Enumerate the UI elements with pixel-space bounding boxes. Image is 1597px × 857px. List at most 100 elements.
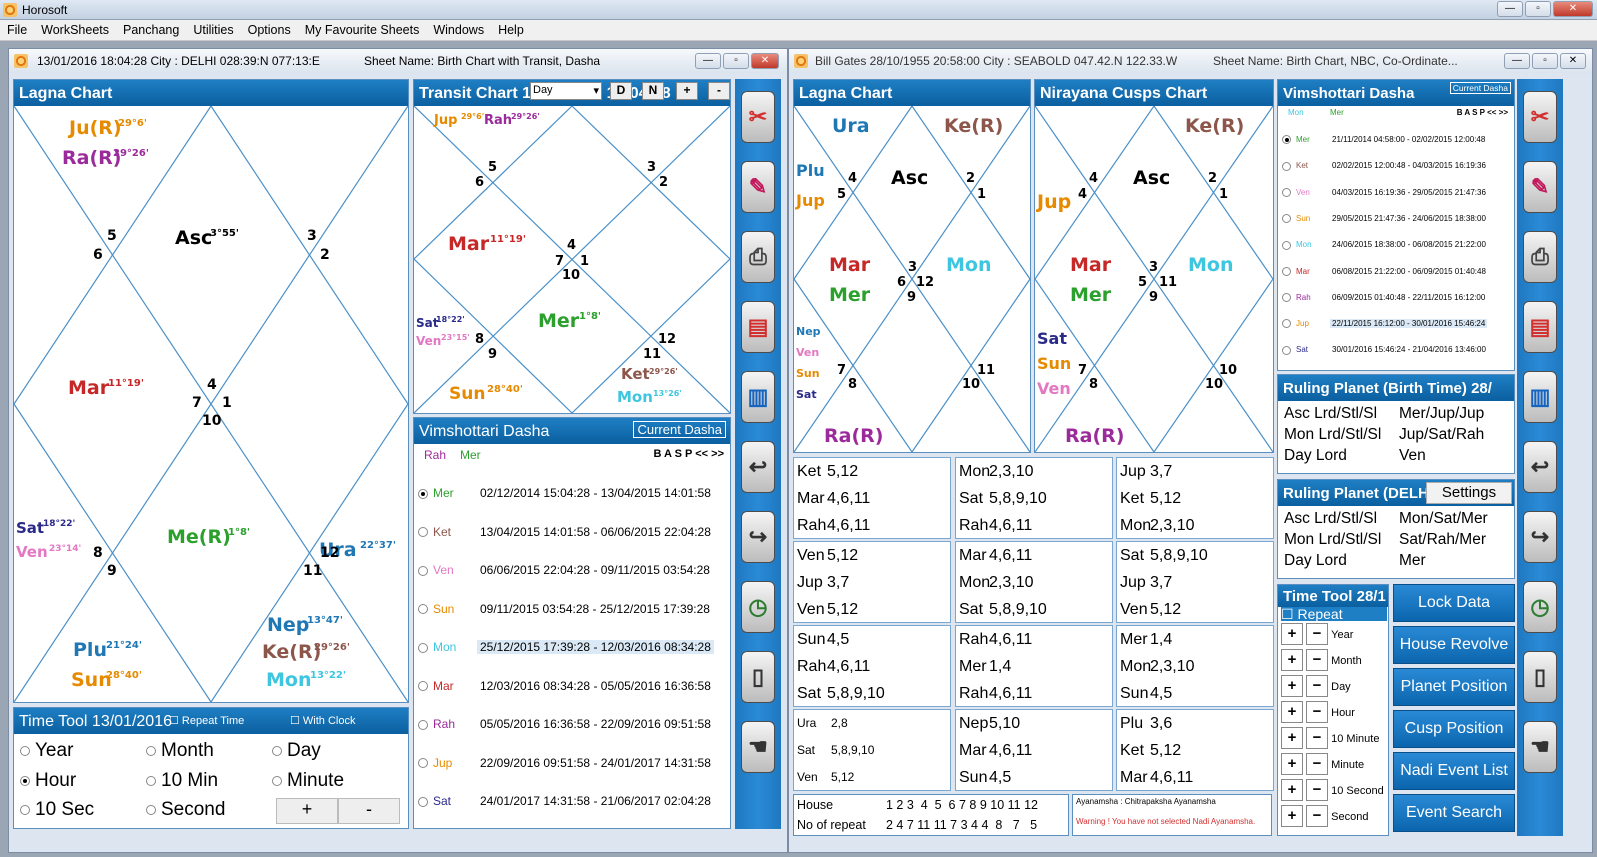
time-step-plus-button[interactable]: + [1281, 675, 1303, 697]
current-dasha-button[interactable]: Current Dasha [1449, 82, 1511, 94]
action-button[interactable]: Event Search [1393, 794, 1515, 832]
day-button[interactable]: D [610, 82, 632, 100]
close-button[interactable]: ✕ [1553, 1, 1593, 17]
action-button[interactable]: Planet Position [1393, 668, 1515, 706]
back-icon[interactable]: ↩ [741, 441, 775, 493]
hand-icon[interactable]: ☚ [1523, 721, 1557, 773]
time-step-minus-button[interactable]: − [1306, 805, 1329, 827]
current-dasha-button[interactable]: Current Dasha [633, 421, 726, 438]
dasha-row[interactable]: Ven 04/03/2015 16:19:36 - 29/05/2015 21:4… [1282, 185, 1488, 201]
transit-step-select[interactable]: Day ▾ [530, 82, 602, 100]
clock-icon[interactable]: ◷ [1523, 581, 1557, 633]
mobile-icon[interactable]: ▯ [741, 651, 775, 703]
action-button[interactable]: House Revolve [1393, 626, 1515, 664]
time-step-plus-button[interactable]: + [1281, 727, 1303, 749]
sheet-close-button[interactable]: ✕ [1560, 53, 1586, 69]
time-step-plus-button[interactable]: + [1281, 779, 1303, 801]
dasha-row[interactable]: Sun 09/11/2015 03:54:28 - 25/12/2015 17:3… [418, 596, 726, 622]
dasha-row[interactable]: Sun 29/05/2015 21:47:36 - 24/06/2015 18:3… [1282, 211, 1488, 227]
time-step-minus-button[interactable]: − [1306, 675, 1329, 697]
dasha-row[interactable]: Rah 06/09/2015 01:40:48 - 22/11/2015 16:1… [1282, 290, 1487, 306]
sheet-restore-button[interactable]: ▫ [1532, 53, 1558, 69]
notepad-icon[interactable]: ▤ [741, 301, 775, 353]
dasha-row[interactable]: Mer 02/12/2014 15:04:28 - 13/04/2015 14:0… [418, 480, 726, 506]
repeat-checkbox[interactable]: ☐ Repeat [1281, 607, 1387, 621]
dasha-row[interactable]: Ven 06/06/2015 22:04:28 - 09/11/2015 03:5… [418, 557, 726, 583]
option-hour[interactable]: Hour [20, 770, 76, 792]
option-month[interactable]: Month [146, 740, 214, 762]
time-step-minus-button[interactable]: − [1306, 649, 1329, 671]
with-clock-checkbox[interactable]: ☐ With Clock [290, 714, 355, 727]
menu-windows[interactable]: Windows [426, 20, 491, 37]
menu-worksheets[interactable]: WorkSheets [34, 20, 116, 37]
print-icon[interactable]: ⎙ [1523, 231, 1557, 283]
time-step-plus-button[interactable]: + [1281, 753, 1303, 775]
scissors-icon[interactable]: ✂ [741, 91, 775, 143]
scissors-icon[interactable]: ✂ [1523, 91, 1557, 143]
lagna-chart-diagram[interactable]: Ju(R) 29°6' Ra(R) 29°26' Asc 3°55' Mar 1… [14, 106, 408, 702]
dasha-row[interactable]: Mar 06/08/2015 21:22:00 - 06/09/2015 01:4… [1282, 264, 1488, 280]
dasha-row[interactable]: Sat 30/01/2016 15:46:24 - 21/04/2016 13:4… [1282, 342, 1488, 358]
cusps-chart-diagram[interactable]: Ke(R) Jup Asc Mar Mer Mon Sat Sun Ven Ra… [1035, 106, 1273, 452]
option-minute[interactable]: Minute [272, 770, 344, 792]
menu-panchang[interactable]: Panchang [116, 20, 186, 37]
action-button[interactable]: Cusp Position [1393, 710, 1515, 748]
forward-icon[interactable]: ↪ [741, 511, 775, 563]
sheet-restore-button[interactable]: ▫ [723, 53, 749, 69]
print-icon[interactable]: ⎙ [741, 231, 775, 283]
settings-button[interactable]: Settings [1426, 482, 1512, 504]
transit-chart-diagram[interactable]: Jup 29°6' Rah 29°26' Mar 11°19' Mer 1°8'… [414, 106, 730, 413]
document-icon[interactable]: ▥ [741, 371, 775, 423]
dasha-row[interactable]: Ket 13/04/2015 14:01:58 - 06/06/2015 22:0… [418, 519, 726, 545]
option-day[interactable]: Day [272, 740, 321, 762]
menu-utilities[interactable]: Utilities [186, 20, 240, 37]
sheet-close-button[interactable]: ✕ [751, 53, 779, 69]
dasha-row[interactable]: Mon 25/12/2015 17:39:28 - 12/03/2016 08:3… [418, 634, 726, 660]
time-step-plus-button[interactable]: + [1281, 805, 1303, 827]
menu-favourite-sheets[interactable]: My Favourite Sheets [298, 20, 427, 37]
edit-icon[interactable]: ✎ [1523, 161, 1557, 213]
repeat-time-checkbox[interactable]: ☐ Repeat Time [169, 714, 244, 727]
back-icon[interactable]: ↩ [1523, 441, 1557, 493]
time-step-minus-button[interactable]: − [1306, 753, 1329, 775]
dasha-row[interactable]: Jup 22/11/2015 16:12:00 - 30/01/2016 15:4… [1282, 316, 1488, 332]
edit-icon[interactable]: ✎ [741, 161, 775, 213]
menu-options[interactable]: Options [241, 20, 298, 37]
dasha-row[interactable]: Mer 21/11/2014 04:58:00 - 02/02/2015 12:0… [1282, 132, 1487, 148]
option-10-min[interactable]: 10 Min [146, 770, 218, 792]
dasha-row[interactable]: Mon 24/06/2015 18:38:00 - 06/08/2015 21:2… [1282, 237, 1488, 253]
time-step-plus-button[interactable]: + [1281, 623, 1303, 645]
time-step-plus-button[interactable]: + [1281, 649, 1303, 671]
sheet-minimize-button[interactable]: — [1504, 53, 1530, 69]
dasha-row[interactable]: Mar 12/03/2016 08:34:28 - 05/05/2016 16:3… [418, 673, 726, 699]
clock-icon[interactable]: ◷ [741, 581, 775, 633]
time-step-minus-button[interactable]: − [1306, 623, 1329, 645]
dasha-nav[interactable]: B A S P << >> [1457, 108, 1508, 117]
action-button[interactable]: Lock Data [1393, 584, 1515, 622]
night-button[interactable]: N [642, 82, 664, 100]
dasha-nav[interactable]: B A S P << >> [653, 448, 724, 460]
menu-help[interactable]: Help [491, 20, 531, 37]
forward-icon[interactable]: ↪ [1523, 511, 1557, 563]
time-minus-button[interactable]: - [338, 798, 400, 824]
mobile-icon[interactable]: ▯ [1523, 651, 1557, 703]
option-second[interactable]: Second [146, 799, 225, 821]
sheet-minimize-button[interactable]: — [695, 53, 721, 69]
transit-minus-button[interactable]: - [708, 82, 730, 100]
action-button[interactable]: Nadi Event List [1393, 752, 1515, 790]
option-10-sec[interactable]: 10 Sec [20, 799, 94, 821]
transit-plus-button[interactable]: + [676, 82, 698, 100]
dasha-row[interactable]: Ket 02/02/2015 12:00:48 - 04/03/2015 16:1… [1282, 158, 1488, 174]
time-step-plus-button[interactable]: + [1281, 701, 1303, 723]
time-step-minus-button[interactable]: − [1306, 727, 1329, 749]
document-icon[interactable]: ▥ [1523, 371, 1557, 423]
dasha-row[interactable]: Rah 05/05/2016 16:36:58 - 22/09/2016 09:5… [418, 711, 726, 737]
maximize-button[interactable]: ▫ [1525, 1, 1551, 17]
hand-icon[interactable]: ☚ [741, 721, 775, 773]
dasha-row[interactable]: Sat 24/01/2017 14:31:58 - 21/06/2017 02:0… [418, 788, 726, 814]
dasha-row[interactable]: Jup 22/09/2016 09:51:58 - 24/01/2017 14:3… [418, 750, 726, 776]
menu-file[interactable]: File [0, 20, 34, 37]
notepad-icon[interactable]: ▤ [1523, 301, 1557, 353]
natal-lagna-diagram[interactable]: Ura Ke(R) Plu Jup Asc Mar Mer Mon Nep Ve… [794, 106, 1030, 452]
minimize-button[interactable]: — [1497, 1, 1523, 17]
